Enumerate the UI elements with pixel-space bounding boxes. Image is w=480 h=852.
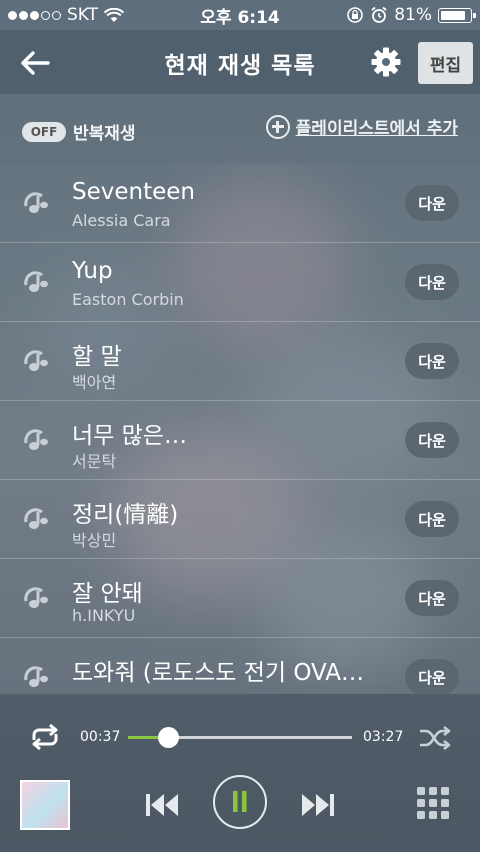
- add-from-playlist-label: 플레이리스트에서 추가: [295, 119, 458, 139]
- play-pause-button[interactable]: [213, 775, 267, 829]
- track-title: Yup: [72, 258, 113, 284]
- download-button[interactable]: 다운: [405, 580, 459, 616]
- track-artist: 박상민: [72, 531, 117, 550]
- track-artist: Alessia Cara: [72, 211, 171, 230]
- playlist-options: OFF 반복재생 플레이리스트에서 추가: [0, 94, 480, 164]
- track-row[interactable]: 정리(情離) 박상민 다운: [0, 480, 480, 559]
- track-list[interactable]: Seventeen Alessia Cara 다운 Yup Easton Cor…: [0, 164, 480, 694]
- track-artist: Easton Corbin: [72, 290, 184, 309]
- shuffle-icon[interactable]: [418, 725, 452, 751]
- battery-icon: [438, 7, 476, 23]
- total-time: 03:27: [363, 729, 404, 745]
- navigation-bar: 현재 재생 목록 편집: [0, 30, 480, 94]
- alarm-icon: [371, 6, 387, 23]
- track-title: 잘 안돼: [72, 581, 143, 607]
- gear-icon[interactable]: [370, 46, 402, 78]
- music-note-icon: [24, 508, 48, 529]
- current-time: 00:37: [80, 729, 121, 745]
- music-note-icon: [24, 350, 48, 371]
- album-art[interactable]: [20, 780, 70, 830]
- edit-button[interactable]: 편집: [418, 42, 473, 84]
- track-row[interactable]: Yup Easton Corbin 다운: [0, 243, 480, 322]
- track-row[interactable]: 너무 많은… 서문탁 다운: [0, 401, 480, 480]
- download-button[interactable]: 다운: [405, 185, 459, 221]
- download-button[interactable]: 다운: [405, 501, 459, 537]
- repeat-toggle[interactable]: OFF: [22, 122, 66, 142]
- track-row[interactable]: Seventeen Alessia Cara 다운: [0, 164, 480, 243]
- add-circle-icon: [265, 114, 290, 139]
- mini-player: 00:37 03:27: [0, 694, 480, 852]
- track-title: 정리(情離): [72, 502, 179, 528]
- download-button[interactable]: 다운: [405, 264, 459, 300]
- track-row[interactable]: 할 말 백아연 다운: [0, 322, 480, 401]
- music-note-icon: [24, 666, 48, 687]
- seek-bar[interactable]: [128, 727, 352, 748]
- music-note-icon: [24, 271, 48, 292]
- add-from-playlist-button[interactable]: 플레이리스트에서 추가: [265, 114, 458, 139]
- music-note-icon: [24, 429, 48, 450]
- status-bar: SKT 오후 6:14 81%: [0, 0, 480, 30]
- track-artist: 서문탁: [72, 452, 117, 471]
- track-title: 할 말: [72, 344, 122, 370]
- download-button[interactable]: 다운: [405, 343, 459, 379]
- seek-thumb[interactable]: [158, 727, 180, 748]
- page-title: 현재 재생 목록: [164, 53, 316, 79]
- track-title: 도와줘 (로도스도 전기 OVA…: [72, 660, 365, 686]
- music-note-icon: [24, 587, 48, 608]
- next-icon[interactable]: [299, 791, 337, 819]
- track-title: Seventeen: [72, 179, 195, 205]
- download-button[interactable]: 다운: [405, 659, 459, 694]
- pause-icon: [233, 791, 247, 812]
- track-artist: 백아연: [72, 373, 117, 392]
- track-title: 너무 많은…: [72, 423, 187, 449]
- battery-percent: 81%: [394, 5, 432, 25]
- track-row[interactable]: 도와줘 (로도스도 전기 OVA… 다운: [0, 638, 480, 694]
- repeat-icon[interactable]: [28, 723, 62, 751]
- track-row[interactable]: 잘 안돼 h.INKYU 다운: [0, 559, 480, 638]
- previous-icon[interactable]: [143, 791, 181, 819]
- music-note-icon: [24, 192, 48, 213]
- repeat-label[interactable]: 반복재생: [73, 119, 136, 144]
- download-button[interactable]: 다운: [405, 422, 459, 458]
- track-artist: h.INKYU: [72, 606, 136, 625]
- grid-menu-icon[interactable]: [416, 786, 450, 820]
- orientation-lock-icon: [347, 7, 364, 23]
